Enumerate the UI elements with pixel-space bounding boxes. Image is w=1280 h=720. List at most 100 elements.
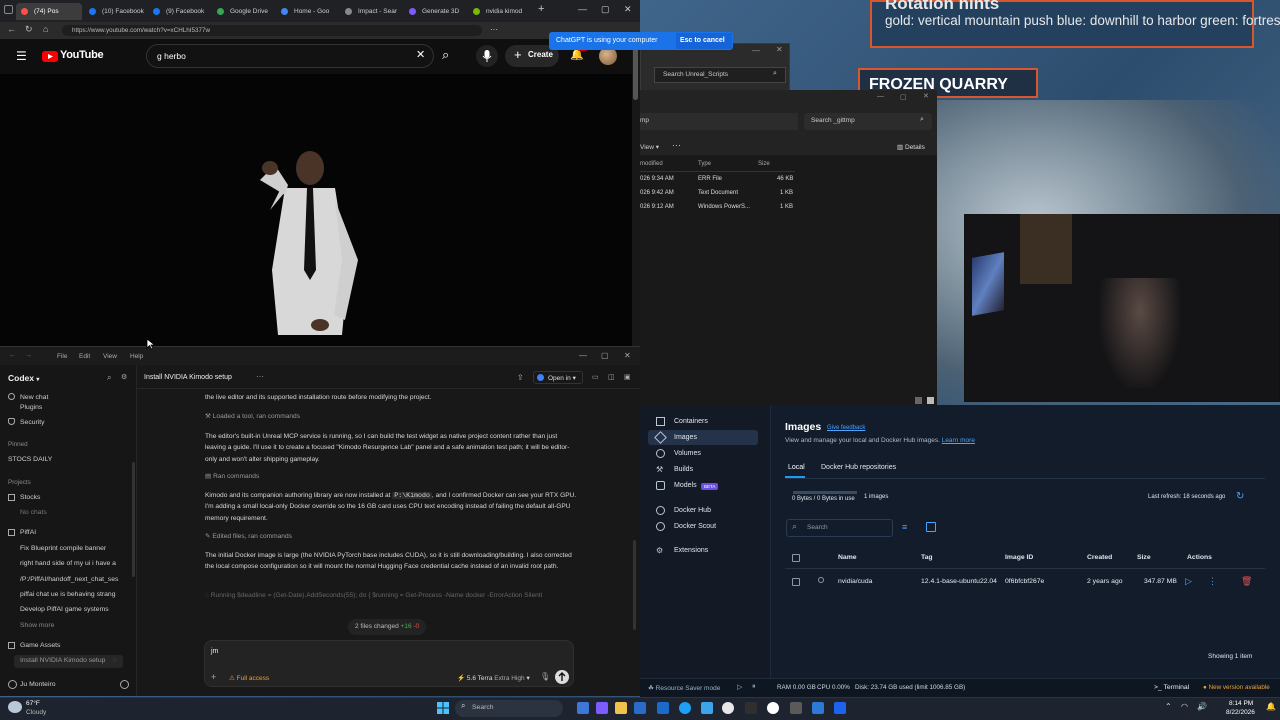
nav-containers[interactable]: Containers <box>674 418 708 425</box>
nav-builds[interactable]: Builds <box>674 466 693 473</box>
search-unreal-scripts-input[interactable]: Search Unreal_Scripts <box>654 67 786 83</box>
sidebar-item-plugins[interactable]: Plugins <box>20 404 42 411</box>
engine-status-icon[interactable]: ▷ <box>737 683 742 691</box>
search-gittmp-input[interactable]: Search _gittmp <box>804 113 932 130</box>
more-actions-icon[interactable]: ⋮ <box>1208 576 1217 587</box>
view-menu[interactable]: View ▾ <box>640 143 659 151</box>
tab-local[interactable]: Local <box>788 464 805 471</box>
url-bar[interactable]: https://www.youtube.com/watch?v=xCHLhI53… <box>62 25 482 36</box>
chat-item[interactable]: right hand side of my ui i have a <box>20 560 125 567</box>
menu-help[interactable]: Help <box>130 353 143 360</box>
minimize-icon[interactable]: — <box>752 46 760 55</box>
column-header-created[interactable]: Created <box>1087 554 1112 561</box>
search-icon[interactable]: ⌕ <box>442 47 449 63</box>
browser-tab[interactable]: Home - Goo <box>276 3 338 20</box>
minimize-icon[interactable]: — <box>579 351 587 360</box>
notepad-icon[interactable] <box>812 702 824 714</box>
file-row-type[interactable]: Windows PowerS... <box>698 204 750 210</box>
maximize-icon[interactable]: ▢ <box>601 4 610 15</box>
maximize-icon[interactable]: ▢ <box>900 93 907 101</box>
give-feedback-link[interactable]: Give feedback <box>827 425 865 431</box>
taskbar-search[interactable]: Search <box>455 700 563 717</box>
chat-item[interactable]: /P:/PiffAI/handoff_next_chat_ses <box>20 576 120 583</box>
file-row-modified[interactable]: 026 9:34 AM <box>640 176 674 182</box>
clear-search-icon[interactable]: ✕ <box>416 48 425 61</box>
mic-icon[interactable]: 🎙 <box>540 672 550 681</box>
nav-docker-hub[interactable]: Docker Hub <box>674 507 711 514</box>
browser-tab[interactable]: (9) Facebook <box>148 3 210 20</box>
terminal-button[interactable]: >_ Terminal <box>1154 684 1189 691</box>
row-checkbox[interactable] <box>792 578 800 586</box>
browser-tab[interactable]: (74) Pos <box>16 3 82 20</box>
scrollbar-thumb[interactable] <box>633 45 638 100</box>
close-icon[interactable]: ✕ <box>624 4 632 15</box>
delete-icon[interactable]: 🗑 <box>1241 576 1252 587</box>
file-row-modified[interactable]: 026 9:12 AM <box>640 204 674 210</box>
run-icon[interactable]: ▷ <box>1185 576 1192 587</box>
chat-item[interactable]: Fix Blueprint compile banner <box>20 545 125 552</box>
search-input[interactable]: g herbo <box>146 44 434 68</box>
project-stocks[interactable]: Stocks <box>20 494 40 501</box>
youtube-logo-text[interactable]: YouTube <box>60 49 104 61</box>
tool-activity[interactable]: ▤ Ran commands <box>205 472 259 480</box>
show-more-link[interactable]: Show more <box>20 622 54 629</box>
column-header-tag[interactable]: Tag <box>921 554 933 561</box>
refresh-icon[interactable]: ↻ <box>1236 491 1244 502</box>
back-icon[interactable]: ← <box>7 24 16 34</box>
search-icon[interactable]: ⌕ <box>107 373 111 383</box>
esc-to-cancel-button[interactable]: Esc to cancel <box>676 33 732 49</box>
file-row-type[interactable]: Text Document <box>698 190 738 196</box>
chat-item-active[interactable]: Install NVIDIA Kimodo setup <box>20 657 110 664</box>
terminal-toggle-icon[interactable]: ▭ <box>592 373 599 381</box>
nav-extensions[interactable]: Extensions <box>674 547 708 554</box>
browser-tab[interactable]: Impact - Sear <box>340 3 402 20</box>
nav-models[interactable]: Models <box>674 482 697 489</box>
maximize-icon[interactable]: ▢ <box>601 351 609 360</box>
weather-description[interactable]: Cloudy <box>26 709 46 716</box>
refresh-icon[interactable]: ↻ <box>25 24 33 35</box>
back-icon[interactable]: ← <box>9 352 16 359</box>
project-piffai[interactable]: PiffAI <box>20 529 36 536</box>
tool-activity[interactable]: ⚒ Loaded a tool, ran commands <box>205 412 300 420</box>
sidebar-scrollbar[interactable] <box>132 462 135 577</box>
browser-tab[interactable]: nvidia kimod <box>468 3 530 20</box>
columns-icon[interactable] <box>926 522 936 532</box>
image-name[interactable]: nvidia/cuda <box>838 578 872 585</box>
thread-more-icon[interactable]: ··· <box>256 372 264 381</box>
column-header-size[interactable]: Size <box>758 161 770 167</box>
notifications-icon[interactable]: 🔔 <box>1266 702 1276 711</box>
nav-images[interactable]: Images <box>674 434 697 441</box>
settings-icon[interactable]: ⚙ <box>121 373 127 381</box>
user-name[interactable]: Ju Monteiro <box>20 681 56 688</box>
file-row-type[interactable]: ERR File <box>698 176 722 182</box>
close-icon[interactable]: ✕ <box>776 45 783 54</box>
images-search-input[interactable]: Search <box>786 519 893 537</box>
send-button[interactable] <box>555 670 569 684</box>
nav-docker-scout[interactable]: Docker Scout <box>674 523 716 530</box>
sidebar-item-security[interactable]: Security <box>20 419 45 426</box>
select-all-checkbox[interactable] <box>792 554 800 562</box>
tab-docker-hub-repositories[interactable]: Docker Hub repositories <box>821 464 896 471</box>
minimize-icon[interactable]: — <box>578 4 587 14</box>
extensions-icon[interactable]: ⋯ <box>490 25 498 34</box>
minimize-icon[interactable]: — <box>877 93 884 100</box>
nav-volumes[interactable]: Volumes <box>674 450 701 457</box>
pinned-chat-item[interactable]: STOCS DAILY <box>8 456 52 463</box>
task-view-icon[interactable] <box>577 702 589 714</box>
filter-icon[interactable]: ≡ <box>902 522 907 532</box>
new-version-notice[interactable]: ● New version available <box>1203 684 1270 691</box>
edge-icon[interactable] <box>679 702 691 714</box>
file-row-modified[interactable]: 026 9:42 AM <box>640 190 674 196</box>
menu-file[interactable]: File <box>57 353 67 360</box>
new-tab-button[interactable]: + <box>538 3 544 15</box>
voice-search-button[interactable] <box>476 45 498 67</box>
composer-input[interactable]: jm <box>211 648 218 655</box>
browser-tab[interactable]: Generate 3D <box>404 3 466 20</box>
tab-actions-icon[interactable] <box>4 5 13 14</box>
close-icon[interactable]: ✕ <box>624 351 631 360</box>
file-explorer-icon[interactable] <box>615 702 627 714</box>
share-icon[interactable]: ⇪ <box>517 373 524 382</box>
menu-edit[interactable]: Edit <box>79 353 90 360</box>
mail-icon[interactable] <box>634 702 646 714</box>
split-view-icon[interactable]: ◫ <box>608 373 615 381</box>
